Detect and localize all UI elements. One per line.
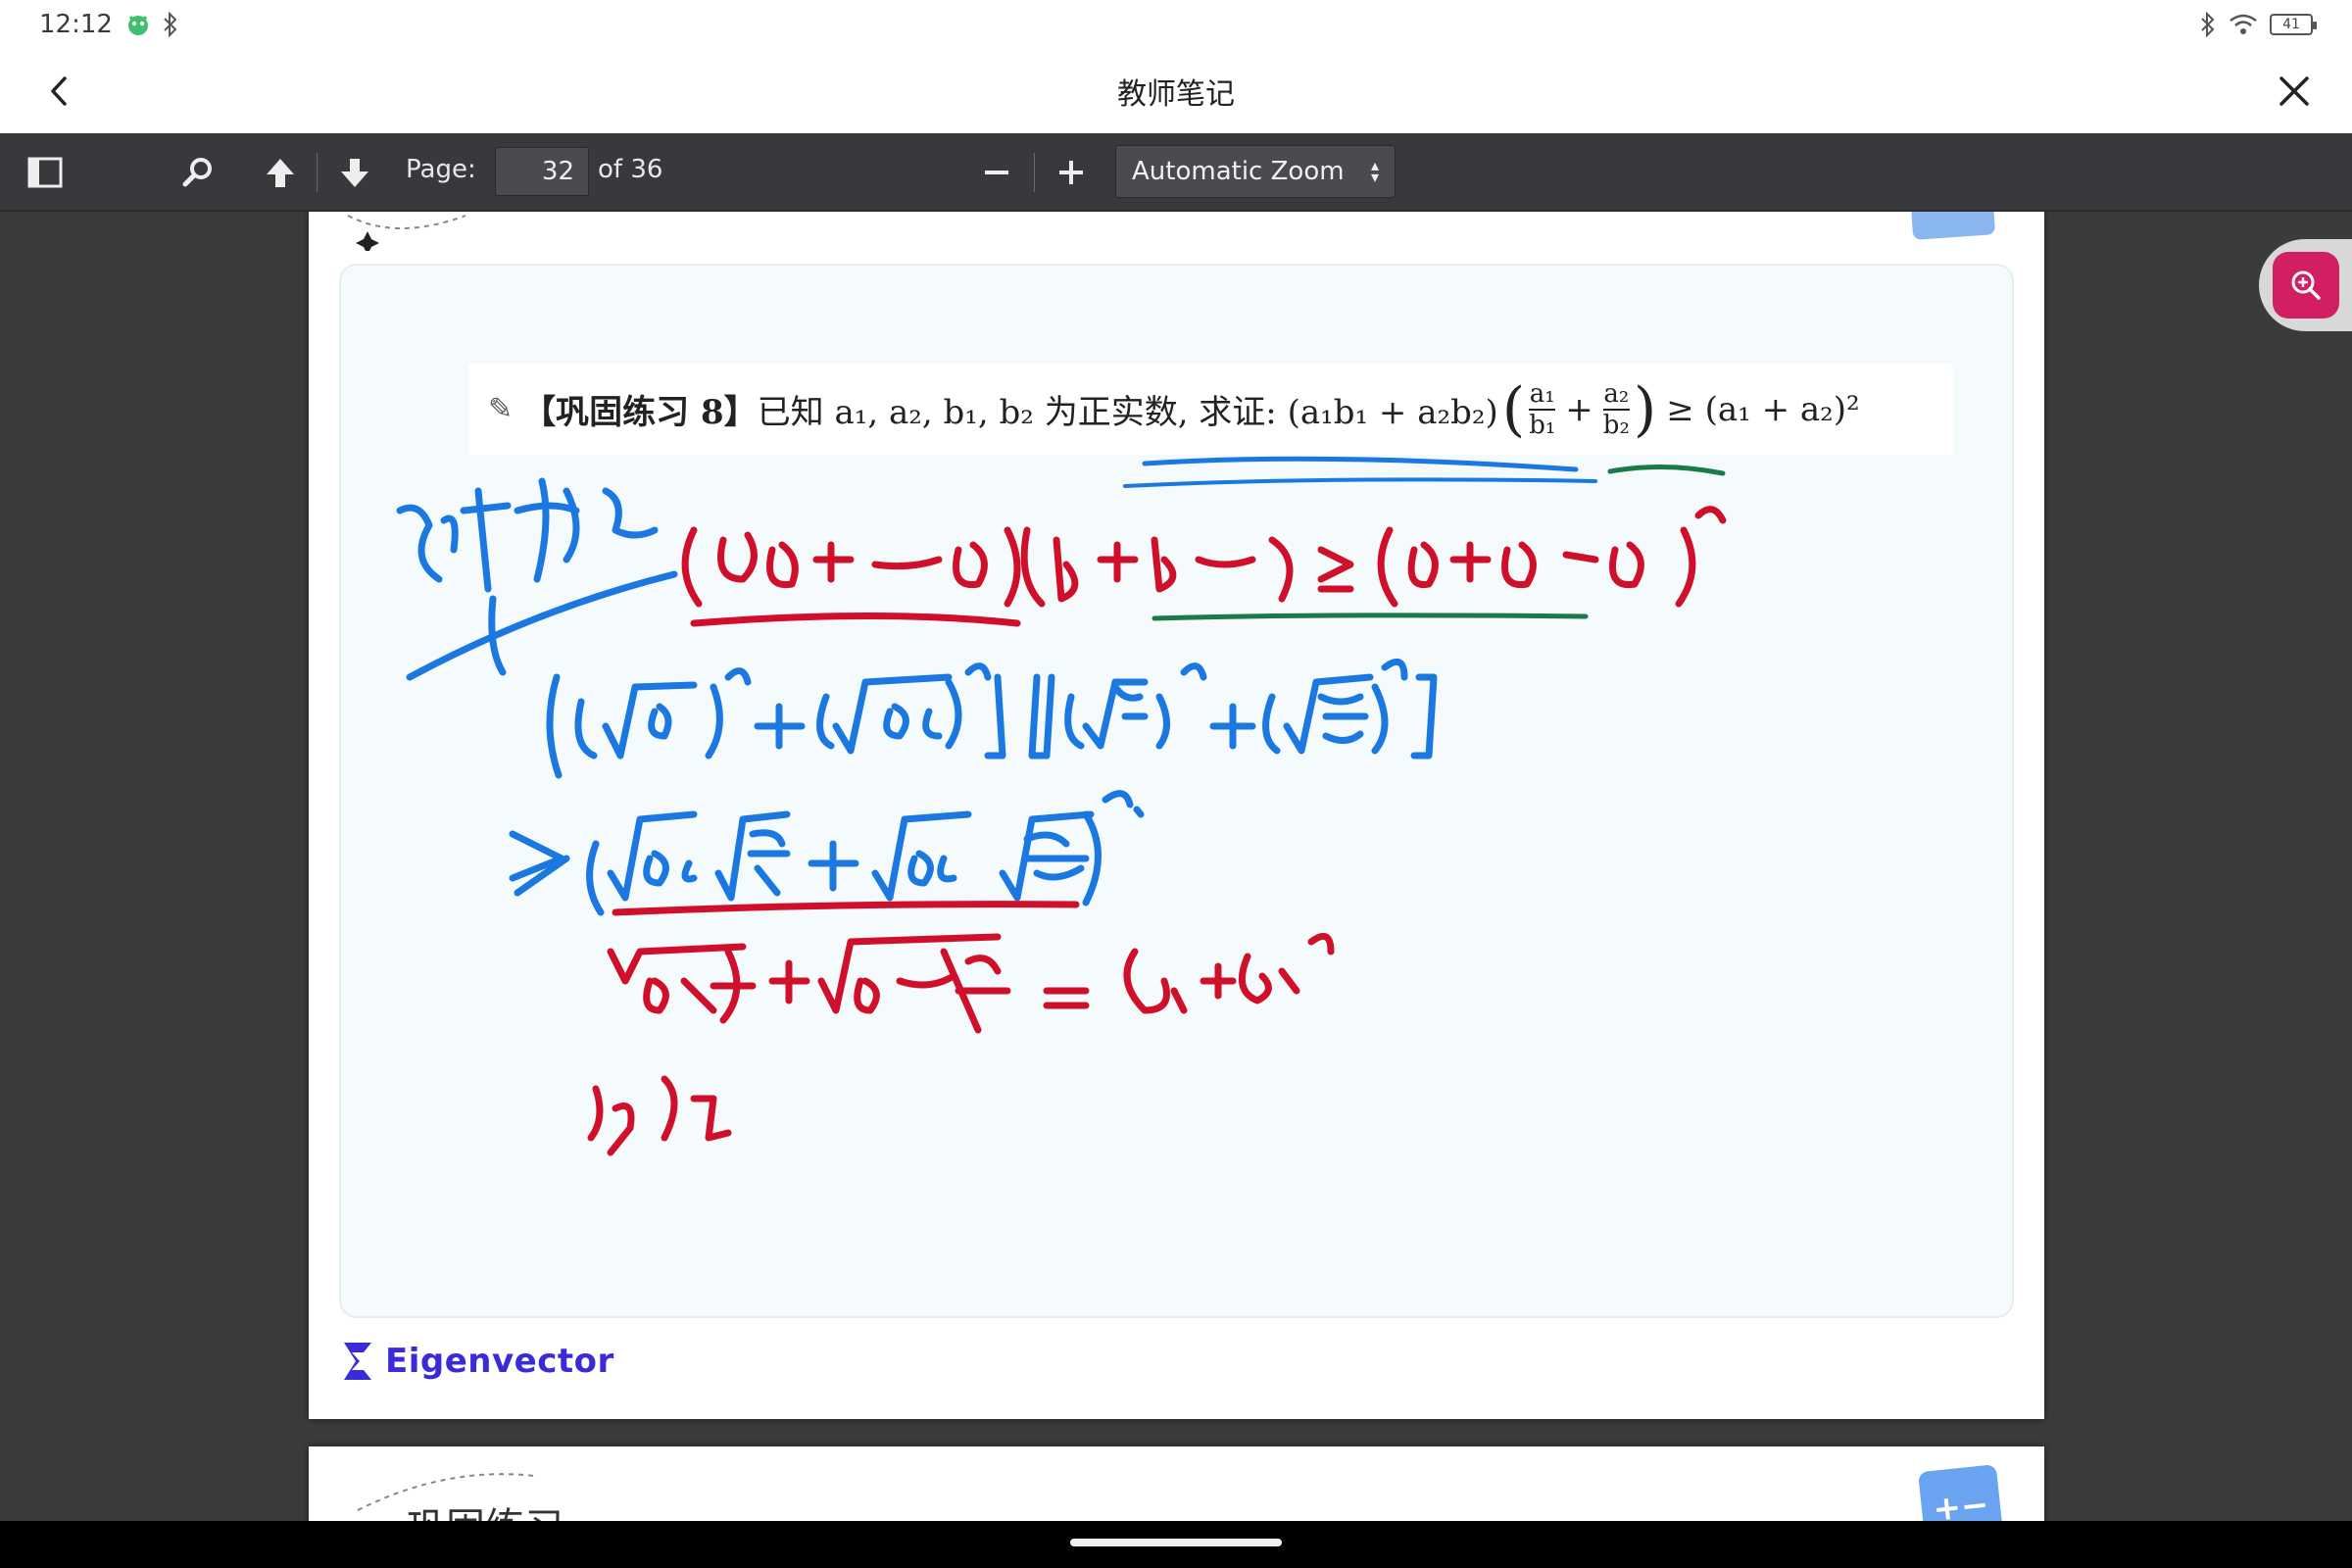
- handwriting-annotations: [396, 456, 1727, 1156]
- eigenvector-logo-icon: [344, 1343, 371, 1380]
- app-bar: 教师笔记: [0, 49, 2352, 133]
- pdf-page: ✎ 【巩固练习 8】 已知 a₁, a₂, b₁, b₂ 为正实数, 求证: (…: [309, 212, 2044, 1419]
- zoom-in-icon: [2291, 270, 2321, 300]
- page-number-input[interactable]: [495, 147, 589, 196]
- bluetooth-icon: [2201, 12, 2215, 37]
- minus-icon: [985, 171, 1008, 174]
- home-gesture-handle[interactable]: [1070, 1539, 1282, 1546]
- pdf-page-next: 巩固练习 +−: [309, 1446, 2044, 1521]
- select-arrows-icon: ▴ ▾: [1370, 156, 1379, 186]
- document-viewer[interactable]: ✎ 【巩固练习 8】 已知 a₁, a₂, b₁, b₂ 为正实数, 求证: (…: [0, 212, 2352, 1521]
- find-button[interactable]: [174, 149, 221, 196]
- sidebar-icon: [27, 157, 63, 188]
- pdf-toolbar: Page: of 36 Automatic Zoom ▴▾: [0, 133, 2352, 212]
- search-icon: [182, 158, 212, 187]
- app-notification-icon: [127, 16, 148, 35]
- brand-logo: Eigenvector: [338, 1339, 614, 1384]
- sparkle-decoration-icon: [347, 215, 466, 251]
- zoom-select-value: Automatic Zoom: [1132, 157, 1345, 186]
- page-label: Page:: [406, 155, 476, 184]
- content-card: ✎ 【巩固练习 8】 已知 a₁, a₂, b₁, b₂ 为正实数, 求证: (…: [339, 264, 2014, 1318]
- status-bar: 12:12 41: [0, 0, 2352, 49]
- wifi-icon: [2230, 14, 2257, 34]
- battery-icon: 41: [2270, 14, 2317, 35]
- zoom-in-button[interactable]: [1048, 149, 1095, 196]
- previous-page-button[interactable]: [257, 149, 304, 196]
- status-time: 12:12: [39, 10, 113, 39]
- page-title: 教师笔记: [1117, 77, 1235, 112]
- zoom-select[interactable]: Automatic Zoom ▴ ▾: [1115, 145, 1396, 198]
- arrow-up-icon: [267, 159, 294, 187]
- plus-icon: [1059, 161, 1083, 184]
- page-count: of 36: [598, 155, 663, 184]
- brand-name: Eigenvector: [385, 1342, 614, 1381]
- bluetooth-icon: [164, 12, 177, 37]
- sticker-decoration: [1910, 212, 1996, 240]
- back-arrow-icon[interactable]: [37, 69, 82, 114]
- section-title: 巩固练习: [407, 1495, 564, 1521]
- floating-zoom-button[interactable]: [2259, 239, 2352, 331]
- calculator-sticker-icon: +−: [1918, 1464, 2004, 1521]
- system-navigation-bar: [0, 1521, 2352, 1568]
- arrow-down-icon: [341, 159, 368, 187]
- close-icon[interactable]: [2272, 69, 2317, 114]
- zoom-out-button[interactable]: [973, 149, 1020, 196]
- sidebar-toggle-button[interactable]: [22, 149, 69, 196]
- next-page-button[interactable]: [331, 149, 378, 196]
